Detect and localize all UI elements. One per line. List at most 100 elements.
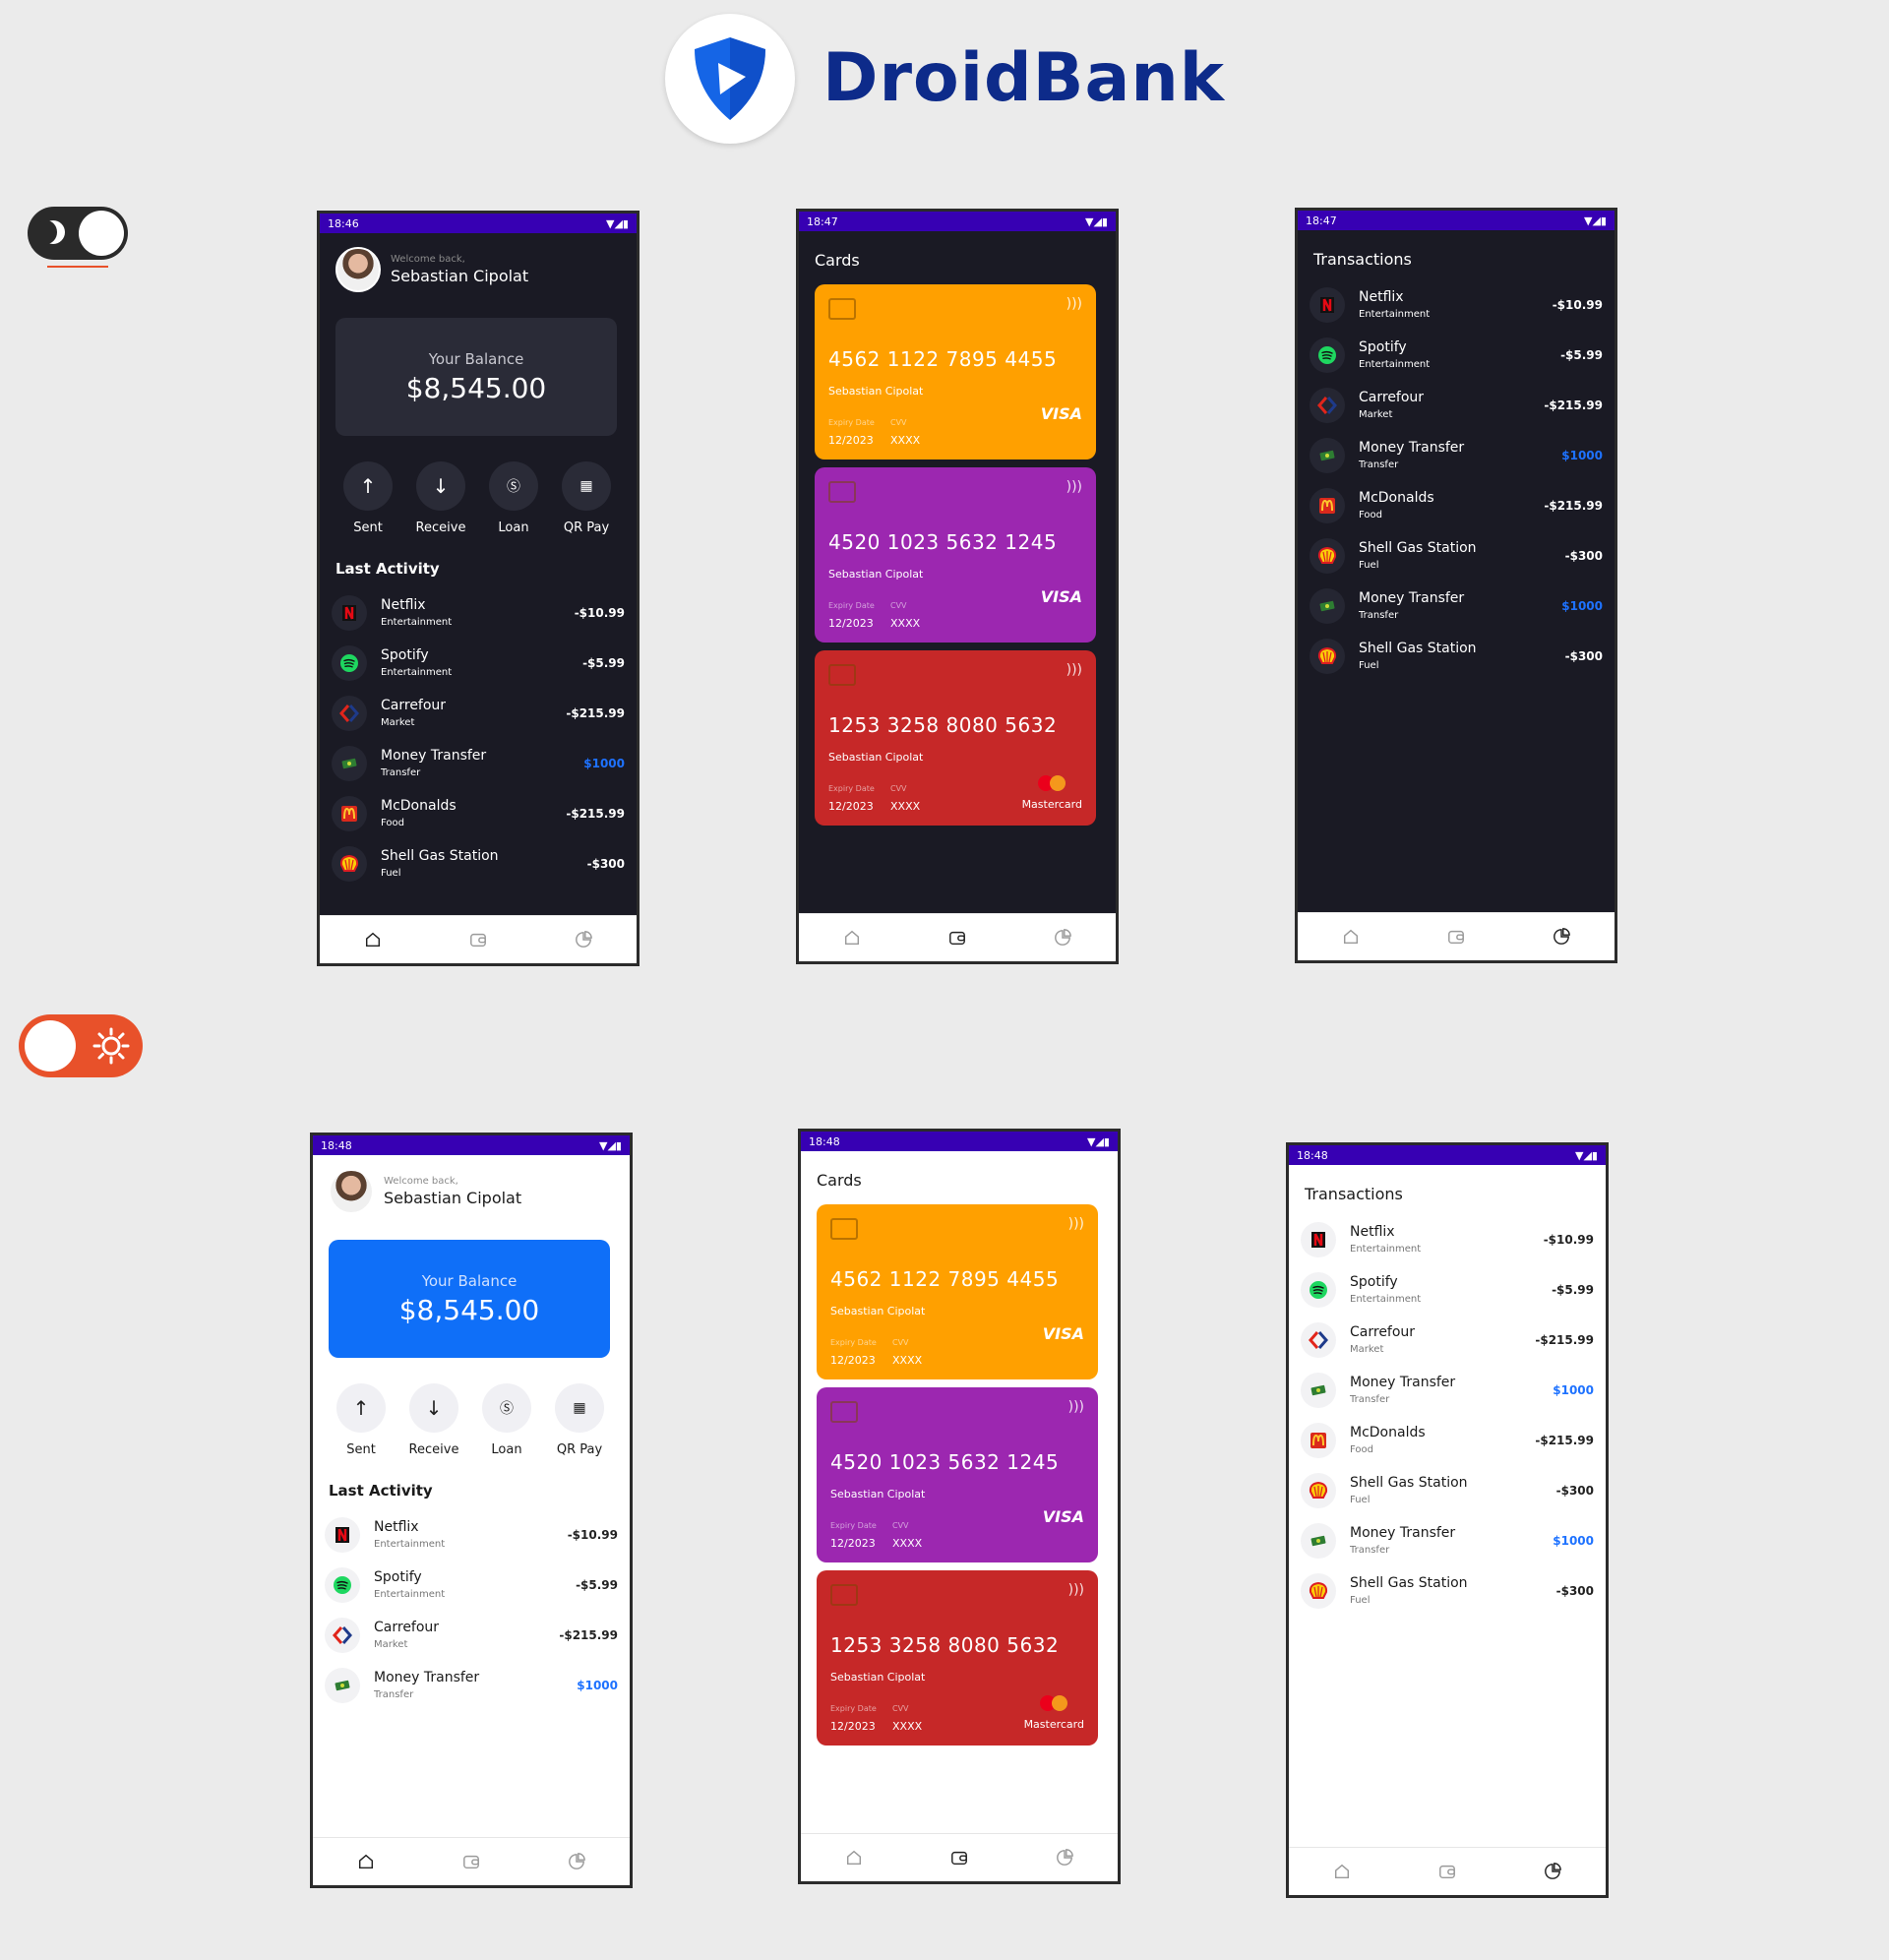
bank-card[interactable]: ))) 1253 3258 8080 5632 Sebastian Cipolat E…: [817, 1570, 1098, 1746]
qr-icon[interactable]: ▦: [562, 461, 611, 511]
last-activity-title: Last Activity: [329, 1482, 433, 1500]
wallet-icon[interactable]: [469, 931, 487, 949]
dark-mode-toggle[interactable]: [28, 207, 128, 260]
home-icon[interactable]: [845, 1849, 863, 1867]
wallet-icon[interactable]: [462, 1853, 480, 1870]
transaction-text: Shell Gas Station Fuel: [1359, 641, 1565, 671]
transaction-row[interactable]: Money Transfer Transfer $1000: [1310, 430, 1603, 480]
transaction-row[interactable]: Carrefour Market -$215.99: [325, 1610, 618, 1660]
transaction-row[interactable]: Shell Gas Station Fuel -$300: [1310, 530, 1603, 581]
wallet-icon[interactable]: [950, 1849, 968, 1867]
home-icon[interactable]: [357, 1853, 375, 1870]
expiry-value: 12/2023: [828, 800, 874, 813]
sent-action[interactable]: ↑ Sent: [332, 461, 404, 535]
mcdonalds-icon: [1310, 487, 1345, 523]
transaction-category: Market: [1359, 409, 1393, 420]
transaction-row[interactable]: Money Transfer Transfer $1000: [1301, 1515, 1594, 1565]
qr-pay-action[interactable]: ▦ QR Pay: [543, 1383, 616, 1457]
pie-chart-icon[interactable]: [1553, 928, 1571, 946]
light-mode-toggle[interactable]: [19, 1014, 143, 1077]
transaction-row[interactable]: Spotify Entertainment -$5.99: [332, 638, 625, 688]
qr-pay-action[interactable]: ▦ QR Pay: [550, 461, 623, 535]
arrow-down-icon[interactable]: ↓: [409, 1383, 458, 1433]
transaction-row[interactable]: Netflix Entertainment -$10.99: [1301, 1214, 1594, 1264]
pie-chart-icon[interactable]: [1056, 1849, 1074, 1867]
transaction-row[interactable]: Shell Gas Station Fuel -$300: [1301, 1565, 1594, 1616]
loan-action[interactable]: Ⓢ Loan: [477, 461, 550, 535]
wallet-icon[interactable]: [1447, 928, 1465, 946]
transaction-row[interactable]: Netflix Entertainment -$10.99: [332, 587, 625, 638]
transaction-row[interactable]: Carrefour Market -$215.99: [332, 688, 625, 738]
sent-action[interactable]: ↑ Sent: [325, 1383, 397, 1457]
pie-chart-icon[interactable]: [575, 931, 593, 949]
transaction-row[interactable]: Shell Gas Station Fuel -$300: [1310, 631, 1603, 681]
transactions-title: Transactions: [1305, 1185, 1403, 1203]
transaction-row[interactable]: Shell Gas Station Fuel -$300: [1301, 1465, 1594, 1515]
transaction-title: Shell Gas Station: [1350, 1475, 1468, 1491]
transaction-text: McDonalds Food: [1359, 490, 1544, 521]
transaction-row[interactable]: Spotify Entertainment -$5.99: [1310, 330, 1603, 380]
transaction-row[interactable]: Carrefour Market -$215.99: [1310, 380, 1603, 430]
transaction-row[interactable]: Shell Gas Station Fuel -$300: [332, 838, 625, 888]
arrow-up-icon[interactable]: ↑: [343, 461, 393, 511]
transaction-row[interactable]: Netflix Entertainment -$10.99: [325, 1509, 618, 1560]
transactions-title: Transactions: [1313, 250, 1412, 269]
transaction-row[interactable]: Money Transfer Transfer $1000: [325, 1660, 618, 1710]
quick-actions: ↑ Sent ↓ Receive Ⓢ Loan ▦ QR Pay: [332, 461, 623, 535]
arrow-up-icon[interactable]: ↑: [336, 1383, 386, 1433]
transaction-row[interactable]: Money Transfer Transfer $1000: [1310, 581, 1603, 631]
transaction-title: Netflix: [1359, 289, 1404, 305]
transaction-row[interactable]: Money Transfer Transfer $1000: [332, 738, 625, 788]
home-icon[interactable]: [843, 929, 861, 947]
balance-card[interactable]: Your Balance $8,545.00: [335, 318, 617, 436]
pie-chart-icon[interactable]: [568, 1853, 586, 1870]
last-activity-title: Last Activity: [335, 560, 440, 578]
bank-card[interactable]: ))) 1253 3258 8080 5632 Sebastian Cipolat E…: [815, 650, 1096, 826]
home-icon[interactable]: [364, 931, 382, 949]
status-time: 18:46: [328, 216, 359, 230]
wallet-icon[interactable]: [948, 929, 966, 947]
transaction-amount: -$5.99: [1560, 347, 1603, 362]
transaction-title: Netflix: [1350, 1224, 1395, 1240]
phone-dark-transactions: 18:47 ▼◢▮ Transactions Netflix Entertainm…: [1295, 208, 1617, 963]
dollar-circle-icon[interactable]: Ⓢ: [489, 461, 538, 511]
transaction-row[interactable]: McDonalds Food -$215.99: [1301, 1415, 1594, 1465]
cvv-label: CVV: [890, 784, 907, 793]
money-icon: [332, 745, 367, 781]
home-icon[interactable]: [1342, 928, 1360, 946]
transaction-row[interactable]: Spotify Entertainment -$5.99: [1301, 1264, 1594, 1315]
balance-card[interactable]: Your Balance $8,545.00: [329, 1240, 610, 1358]
qr-icon[interactable]: ▦: [555, 1383, 604, 1433]
loan-action[interactable]: Ⓢ Loan: [470, 1383, 543, 1457]
avatar[interactable]: [329, 1169, 374, 1214]
bank-card[interactable]: ))) 4520 1023 5632 1245 Sebastian Cipolat E…: [815, 467, 1096, 643]
receive-action[interactable]: ↓ Receive: [397, 1383, 470, 1457]
bank-card[interactable]: ))) 4562 1122 7895 4455 Sebastian Cipolat E…: [815, 284, 1096, 459]
transaction-row[interactable]: McDonalds Food -$215.99: [1310, 480, 1603, 530]
transaction-row[interactable]: Spotify Entertainment -$5.99: [325, 1560, 618, 1610]
carrefour-icon: [332, 695, 367, 731]
receive-action[interactable]: ↓ Receive: [404, 461, 477, 535]
transaction-row[interactable]: Money Transfer Transfer $1000: [1301, 1365, 1594, 1415]
contactless-icon: ))): [1066, 662, 1082, 678]
home-icon[interactable]: [1333, 1863, 1351, 1880]
brand-title: DroidBank: [823, 39, 1226, 117]
arrow-down-icon[interactable]: ↓: [416, 461, 465, 511]
bank-card[interactable]: ))) 4520 1023 5632 1245 Sebastian Cipolat E…: [817, 1387, 1098, 1562]
pie-chart-icon[interactable]: [1054, 929, 1072, 947]
transaction-row[interactable]: Netflix Entertainment -$10.99: [1310, 279, 1603, 330]
action-label: Loan: [491, 1442, 522, 1457]
phone-light-transactions: 18:48 ▼◢▮ Transactions Netflix Entertainm…: [1286, 1142, 1609, 1898]
pie-chart-icon[interactable]: [1544, 1863, 1562, 1880]
transaction-row[interactable]: Carrefour Market -$215.99: [1301, 1315, 1594, 1365]
bank-card[interactable]: ))) 4562 1122 7895 4455 Sebastian Cipolat E…: [817, 1204, 1098, 1379]
spotify-icon: [325, 1566, 360, 1603]
transaction-row[interactable]: McDonalds Food -$215.99: [332, 788, 625, 838]
wallet-icon[interactable]: [1438, 1863, 1456, 1880]
dollar-circle-icon[interactable]: Ⓢ: [482, 1383, 531, 1433]
phone-dark-cards: 18:47 ▼◢▮ Cards ))) 4562 1122 7895 4455 Se…: [796, 209, 1119, 964]
transaction-title: Carrefour: [374, 1620, 440, 1635]
toggle-knob: [25, 1020, 76, 1072]
avatar[interactable]: [335, 247, 381, 292]
transaction-text: Shell Gas Station Fuel: [381, 848, 587, 879]
